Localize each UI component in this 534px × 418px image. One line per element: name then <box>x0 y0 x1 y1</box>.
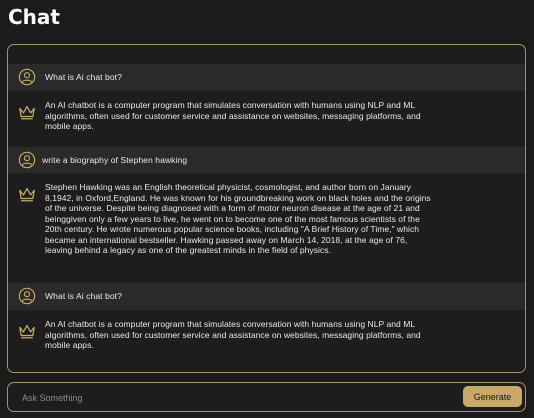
message-text: An AI chatbot is a computer program that… <box>45 100 421 131</box>
ask-input[interactable] <box>20 388 454 408</box>
chat-message-user: What is Ai chat bot? <box>8 64 525 91</box>
message-text: Stephen Hawking was an English theoretic… <box>45 182 431 255</box>
message-text: What is Ai chat bot? <box>45 291 122 301</box>
page-title: Chat <box>8 5 60 29</box>
user-icon <box>18 151 36 169</box>
user-icon <box>18 287 36 305</box>
chat-message-bot: An AI chatbot is a computer program that… <box>8 91 525 147</box>
chat-message-user: What is Ai chat bot? <box>8 283 525 310</box>
chat-input-bar: Generate <box>7 382 526 412</box>
crown-icon <box>19 105 35 120</box>
generate-button[interactable]: Generate <box>463 386 522 407</box>
chat-message-bot: An AI chatbot is a computer program that… <box>8 310 525 370</box>
user-icon <box>18 68 36 86</box>
chat-panel[interactable]: What is Ai chat bot? An AI chatbot is a … <box>7 44 526 373</box>
message-text: What is Ai chat bot? <box>45 72 122 82</box>
message-text: write a biography of Stephen hawking <box>42 155 188 165</box>
crown-icon <box>19 324 35 339</box>
message-text: An AI chatbot is a computer program that… <box>45 319 421 350</box>
chat-message-bot: Stephen Hawking was an English theoretic… <box>8 173 525 282</box>
crown-icon <box>19 187 35 202</box>
chat-message-user: write a biography of Stephen hawking <box>8 147 525 173</box>
